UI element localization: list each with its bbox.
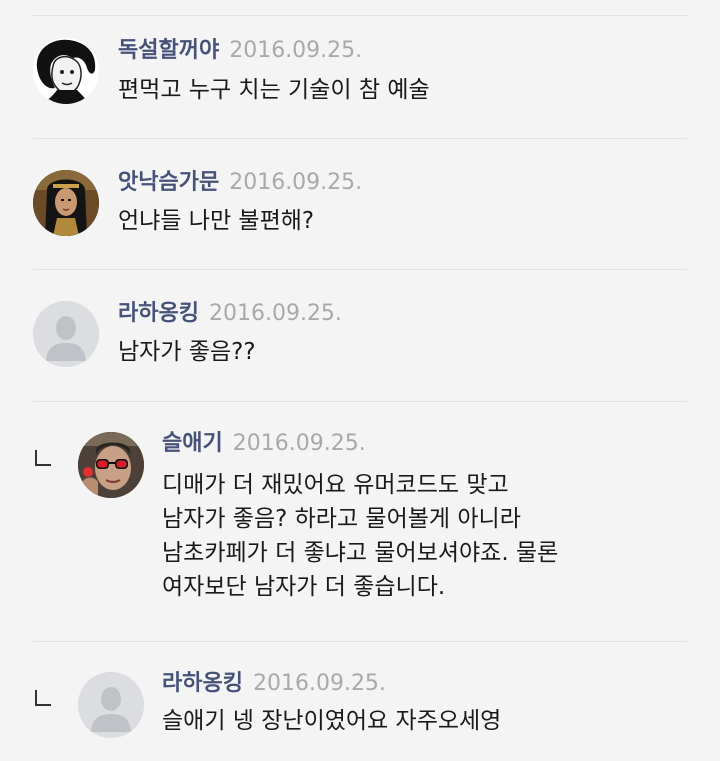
avatar-image <box>33 38 99 104</box>
comment-date: 2016.09.25. <box>208 301 342 326</box>
comment-meta: 라하옹킹 2016.09.25. <box>162 669 386 699</box>
comment-date: 2016.09.25. <box>232 431 366 456</box>
comment-date: 2016.09.25. <box>252 671 386 696</box>
comment-meta: 슬애기 2016.09.25. <box>162 429 366 459</box>
avatar-image <box>78 432 144 498</box>
comment-text: 남자가 좋음?? <box>118 339 256 365</box>
comment-date: 2016.09.25. <box>229 170 363 195</box>
comment-text: 언냐들 나만 불편해? <box>118 208 315 234</box>
comment-text: 편먹고 누구 치는 기술이 참 예술 <box>118 77 430 103</box>
divider <box>33 641 687 642</box>
default-avatar-silhouette <box>33 301 99 367</box>
default-avatar-silhouette <box>78 672 144 738</box>
comment-meta: 독설할꺼야 2016.09.25. <box>118 36 362 66</box>
avatar[interactable] <box>33 38 99 104</box>
avatar[interactable] <box>78 432 144 498</box>
default-user-icon[interactable] <box>33 301 99 367</box>
comment-date: 2016.09.25. <box>229 38 363 63</box>
comment-meta: 라하옹킹 2016.09.25. <box>118 299 342 329</box>
comment-author[interactable]: 앗낙슴가문 <box>118 170 219 195</box>
comment-author[interactable]: 독설할꺼야 <box>118 38 219 63</box>
comment-author[interactable]: 슬애기 <box>162 431 223 456</box>
comment-text: 디매가 더 재밌어요 유머코드도 맞고 남자가 좋음? 하라고 물어볼게 아니라… <box>162 472 559 600</box>
avatar-image <box>33 170 99 236</box>
comment-meta: 앗낙슴가문 2016.09.25. <box>118 168 362 198</box>
avatar[interactable] <box>33 170 99 236</box>
divider <box>33 269 687 270</box>
divider <box>33 138 687 139</box>
comment-author[interactable]: 라하옹킹 <box>162 671 243 696</box>
default-user-icon[interactable] <box>78 672 144 738</box>
reply-arrow-icon <box>35 450 51 466</box>
comment-text: 슬애기 넹 장난이였어요 자주오세영 <box>162 708 502 734</box>
comment-author[interactable]: 라하옹킹 <box>118 301 199 326</box>
comment-thread: 독설할꺼야 2016.09.25. 편먹고 누구 치는 기술이 참 예술 앗낙슴가… <box>0 0 720 761</box>
reply-arrow-icon <box>35 690 51 706</box>
divider <box>33 15 687 16</box>
divider <box>33 401 687 402</box>
